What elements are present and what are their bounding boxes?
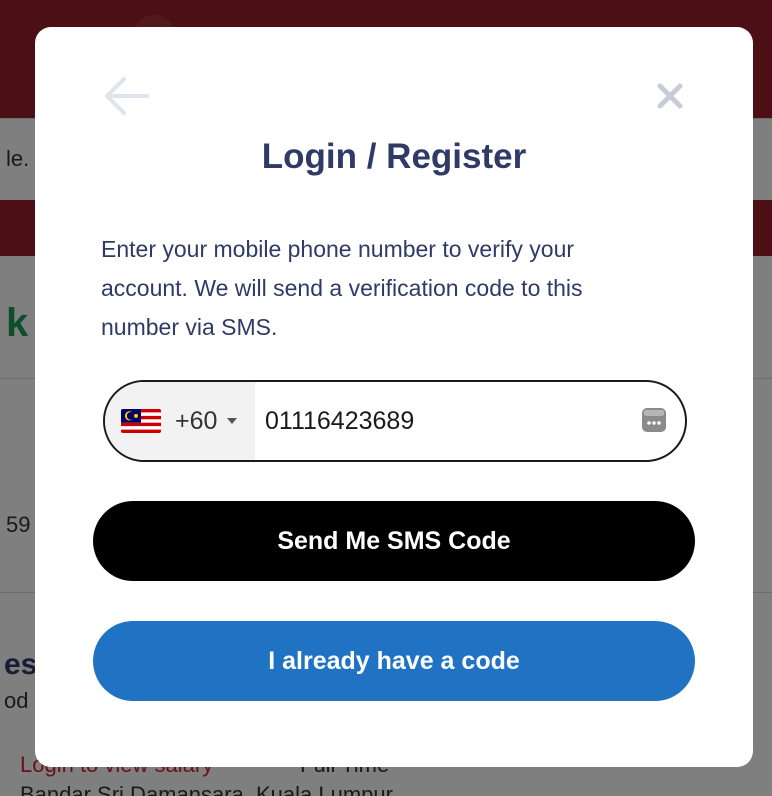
phone-input-group: +60	[103, 380, 687, 462]
country-code-selector[interactable]: +60	[105, 382, 255, 460]
phone-number-input[interactable]	[265, 382, 625, 460]
malaysia-flag-icon	[121, 409, 161, 433]
modal-description: Enter your mobile phone number to verify…	[101, 236, 583, 340]
modal-title: Login / Register	[261, 137, 527, 176]
login-register-modal: Login / Register Enter your mobile phone…	[35, 27, 753, 767]
chevron-down-icon	[227, 418, 238, 424]
back-button[interactable]	[101, 71, 151, 121]
send-sms-code-button[interactable]: Send Me SMS Code	[93, 501, 695, 581]
password-autofill-icon[interactable]	[640, 406, 668, 434]
close-icon	[657, 83, 683, 109]
dial-code: +60	[175, 406, 218, 435]
close-button[interactable]	[645, 71, 695, 121]
arrow-left-icon	[105, 77, 149, 115]
already-have-code-button[interactable]: I already have a code	[93, 621, 695, 701]
